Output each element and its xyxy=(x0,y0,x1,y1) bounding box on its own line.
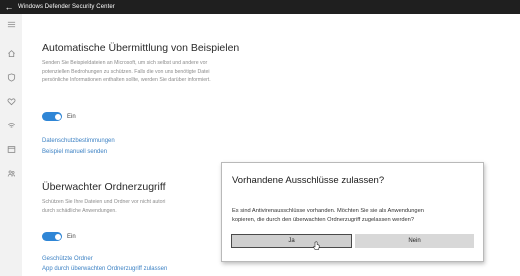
protected-folders-link[interactable]: Geschützte Ordner xyxy=(42,256,93,262)
privacy-statement-link[interactable]: Datenschutzbestimmungen xyxy=(42,138,115,144)
dialog-message: Es sind Antivirenausschlüsse vorhanden. … xyxy=(232,208,424,223)
toggle-switch[interactable] xyxy=(42,232,62,241)
mouse-cursor-icon xyxy=(312,241,320,250)
wifi-icon[interactable] xyxy=(3,118,19,132)
back-arrow-icon[interactable]: ← xyxy=(0,2,18,12)
sample-submission-toggle[interactable]: Ein xyxy=(42,112,76,121)
nav-rail xyxy=(0,14,22,276)
section-title-folder-access: Überwachter Ordnerzugriff xyxy=(42,181,166,193)
shield-icon[interactable] xyxy=(3,70,19,84)
allow-app-link[interactable]: App durch überwachten Ordnerzugriff zula… xyxy=(42,266,167,272)
window-title: Windows Defender Security Center xyxy=(18,4,115,10)
no-button[interactable]: Nein xyxy=(355,234,474,248)
toggle-switch[interactable] xyxy=(42,112,62,121)
heart-icon[interactable] xyxy=(3,94,19,108)
submit-sample-manually-link[interactable]: Beispiel manuell senden xyxy=(42,149,107,155)
sample-submission-description: Senden Sie Beispieldateien an Microsoft,… xyxy=(42,60,211,84)
family-icon[interactable] xyxy=(3,166,19,180)
folder-access-description: Schützen Sie Ihre Dateien und Ordner vor… xyxy=(42,199,166,214)
toggle-label: Ein xyxy=(67,113,76,120)
folder-access-toggle[interactable]: Ein xyxy=(42,232,76,241)
menu-icon[interactable] xyxy=(3,17,19,31)
browser-icon[interactable] xyxy=(3,142,19,156)
title-bar: ← Windows Defender Security Center xyxy=(0,0,520,14)
dialog-title: Vorhandene Ausschlüsse zulassen? xyxy=(232,175,385,186)
home-icon[interactable] xyxy=(3,46,19,60)
section-title-sample-submission: Automatische Übermittlung von Beispielen xyxy=(42,42,240,54)
allow-exclusions-dialog: Vorhandene Ausschlüsse zulassen? Es sind… xyxy=(221,162,484,262)
yes-button[interactable]: Ja xyxy=(231,234,352,248)
toggle-label: Ein xyxy=(67,233,76,240)
